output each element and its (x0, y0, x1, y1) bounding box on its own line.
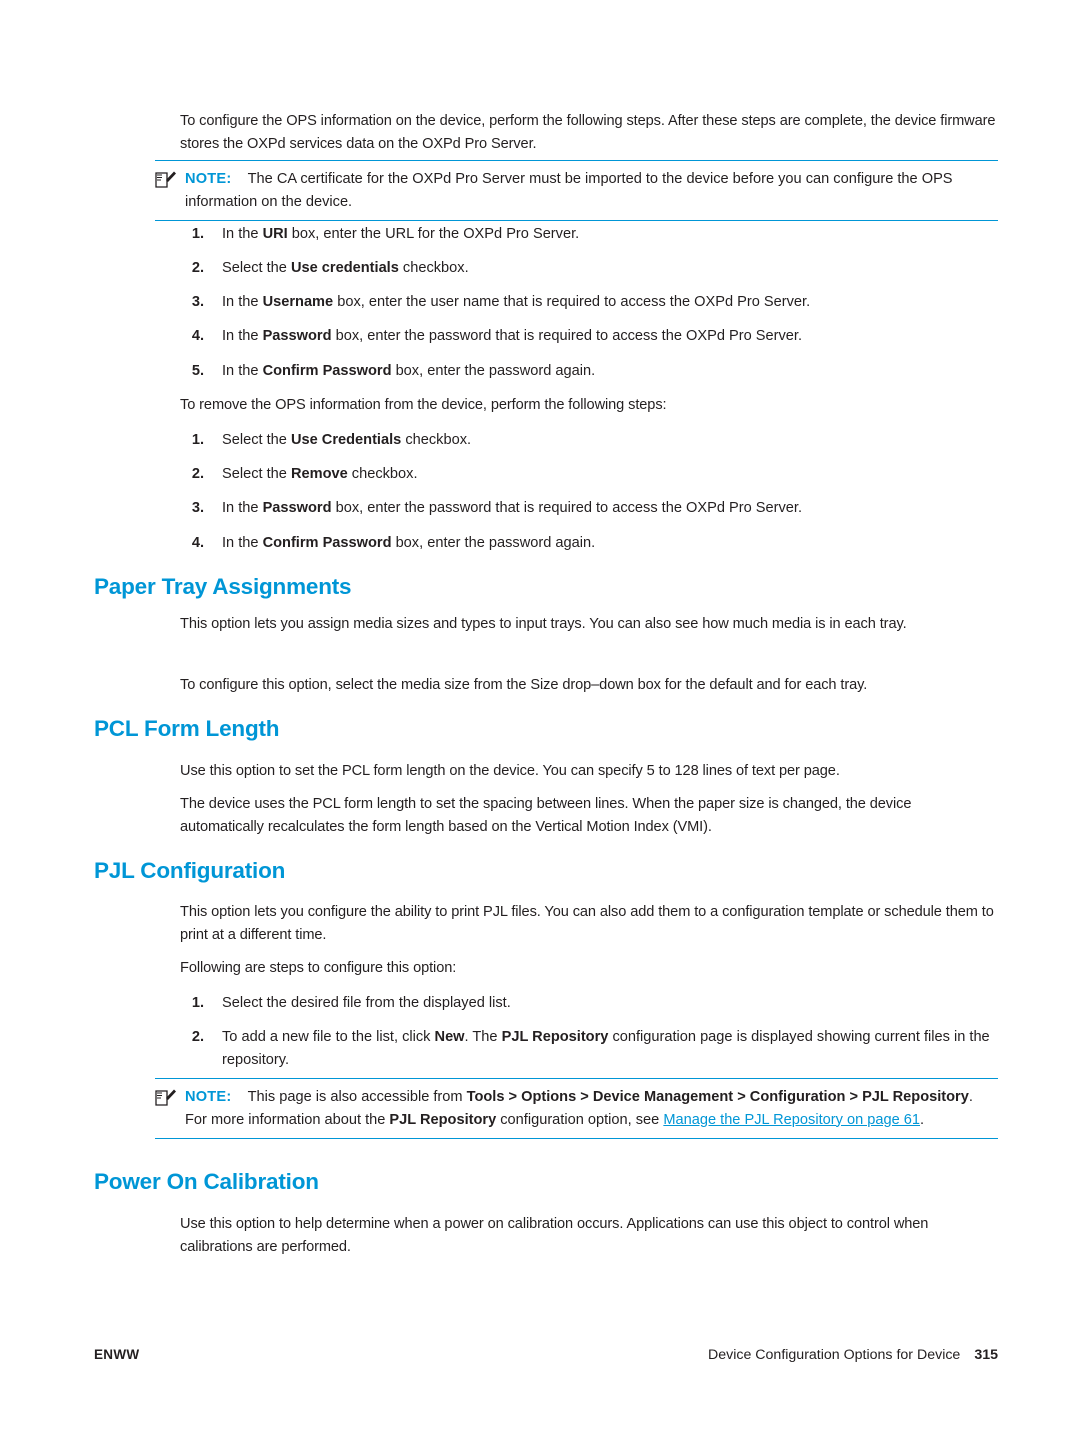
list-text-pre: To add a new file to the list, click (222, 1029, 435, 1045)
list-text-mid: . The (464, 1029, 502, 1045)
list-text: In the Confirm Password box, enter the p… (222, 360, 998, 383)
heading-pcl-form-length: PCL Form Length (94, 716, 280, 741)
pjl-paragraph-1: This option lets you configure the abili… (180, 904, 994, 943)
list-item: 1. In the URI box, enter the URL for the… (180, 223, 998, 246)
note-bold-repository: PJL Repository (389, 1111, 497, 1128)
list-number: 3. (191, 500, 204, 516)
remove-ops-paragraph: To remove the OPS information from the d… (180, 397, 667, 413)
list-text: Select the Remove checkbox. (222, 463, 998, 486)
list-text-pre: In the (222, 535, 263, 551)
list-text-pre: Select the (222, 432, 291, 448)
list-text-pre: Select the (222, 260, 291, 276)
list-item: 1. Select the Use Credentials checkbox. (180, 429, 998, 452)
list-item: 3. In the Password box, enter the passwo… (180, 497, 998, 520)
list-text-post: box, enter the URL for the OXPd Pro Serv… (287, 226, 580, 242)
paper-tray-paragraph-2: To configure this option, select the med… (180, 677, 868, 693)
list-item: 2. Select the Remove checkbox. (180, 463, 998, 486)
list-item: 5. In the Confirm Password box, enter th… (180, 360, 998, 383)
list-item: 4. In the Confirm Password box, enter th… (180, 532, 998, 555)
list-text: Select the Use Credentials checkbox. (222, 429, 998, 452)
list-text: In the Password box, enter the password … (222, 497, 998, 520)
list-text: In the URI box, enter the URL for the OX… (222, 223, 998, 246)
note-pencil-icon (155, 1088, 176, 1107)
list-text-post: box, enter the user name that is require… (333, 294, 811, 310)
list-item: 4. In the Password box, enter the passwo… (180, 325, 998, 348)
heading-paper-tray-assignments: Paper Tray Assignments (94, 574, 352, 599)
footer-left-enww: ENWW (94, 1347, 140, 1362)
list-text-bold-repo: PJL Repository (501, 1029, 609, 1045)
list-item: 2. Select the Use credentials checkbox. (180, 257, 998, 280)
list-text-bold: URI (262, 226, 288, 242)
list-text: Select the desired file from the display… (222, 995, 511, 1011)
list-text-bold: Password (262, 328, 332, 344)
footer-title: Device Configuration Options for Device (707, 1347, 961, 1363)
list-number: 1. (191, 995, 204, 1011)
note-body-text: The CA certificate for the OXPd Pro Serv… (185, 171, 953, 210)
footer-right: Device Configuration Options for Device 3… (708, 1347, 998, 1363)
list-text-post: box, enter the password that is required… (331, 328, 803, 344)
list-item: 2. To add a new file to the list, click … (180, 1026, 998, 1071)
list-text-post: box, enter the password again. (391, 535, 596, 551)
list-text-bold: Username (262, 294, 334, 310)
list-number: 1. (191, 432, 204, 448)
heading-power-on-calibration: Power On Calibration (94, 1169, 319, 1194)
list-text: Select the Use credentials checkbox. (222, 257, 998, 280)
link-manage-pjl-repository[interactable]: Manage the PJL Repository on page 61 (663, 1112, 920, 1128)
note-box-pjl-repository: NOTE: This page is also accessible from … (155, 1078, 998, 1139)
list-text-bold: Confirm Password (262, 363, 392, 379)
note-pencil-icon (155, 170, 176, 189)
list-text-pre: In the (222, 500, 263, 516)
list-item: 1. Select the desired file from the disp… (180, 992, 998, 1015)
list-text-bold: Confirm Password (262, 535, 392, 551)
document-page: To configure the OPS information on the … (0, 0, 1080, 1437)
list-text-post: checkbox. (401, 432, 472, 448)
note-content: NOTE: This page is also accessible from … (155, 1086, 998, 1131)
list-text-bold: Use Credentials (290, 432, 402, 448)
note-spacer (231, 1089, 247, 1105)
note-label: NOTE: (185, 171, 232, 187)
note-segment-4: . (920, 1111, 925, 1128)
list-number: 2. (191, 260, 204, 276)
list-number: 2. (191, 1029, 204, 1045)
footer-page-number: 315 (974, 1347, 998, 1363)
list-number: 1. (191, 226, 204, 242)
list-number: 4. (191, 535, 204, 551)
list-number: 5. (191, 363, 204, 379)
list-number: 2. (191, 466, 204, 482)
heading-pjl-configuration: PJL Configuration (94, 858, 286, 883)
list-text-post: checkbox. (398, 260, 469, 276)
list-item: 3. In the Username box, enter the user n… (180, 291, 998, 314)
list-text-pre: Select the (222, 466, 291, 482)
note-bold-path: Tools > Options > Device Management > Co… (466, 1089, 969, 1105)
power-on-paragraph-1: Use this option to help determine when a… (180, 1216, 929, 1255)
list-number: 3. (191, 294, 204, 310)
list-text-post: box, enter the password that is required… (331, 500, 803, 516)
note-label: NOTE: (185, 1089, 232, 1105)
paper-tray-paragraph-1: This option lets you assign media sizes … (180, 616, 907, 632)
pcl-paragraph-2: The device uses the PCL form length to s… (180, 796, 912, 835)
list-text: To add a new file to the list, click New… (222, 1026, 998, 1071)
pjl-paragraph-2: Following are steps to configure this op… (180, 960, 457, 976)
list-text-pre: In the (222, 328, 263, 344)
pcl-paragraph-1: Use this option to set the PCL form leng… (180, 763, 840, 779)
list-text-post: checkbox. (347, 466, 418, 482)
note-segment-3: configuration option, see (496, 1111, 664, 1128)
list-text-bold: Remove (290, 466, 348, 482)
list-text-pre: In the (222, 363, 263, 379)
list-text-pre: In the (222, 294, 263, 310)
list-text-pre: In the (222, 226, 263, 242)
list-text-bold-new: New (434, 1029, 465, 1045)
list-text-bold: Use credentials (290, 260, 399, 276)
list-text: In the Confirm Password box, enter the p… (222, 532, 998, 555)
note-text (231, 171, 247, 187)
list-text-bold: Password (262, 500, 332, 516)
intro-paragraph: To configure the OPS information on the … (180, 113, 996, 152)
note-content: NOTE: The CA certificate for the OXPd Pr… (155, 168, 998, 213)
list-text: In the Password box, enter the password … (222, 325, 998, 348)
note-segment-1: This page is also accessible from (247, 1089, 467, 1105)
list-number: 4. (191, 328, 204, 344)
list-text: In the Username box, enter the user name… (222, 291, 998, 314)
list-text-post: box, enter the password again. (391, 363, 596, 379)
note-box-ca-certificate: NOTE: The CA certificate for the OXPd Pr… (155, 160, 998, 221)
